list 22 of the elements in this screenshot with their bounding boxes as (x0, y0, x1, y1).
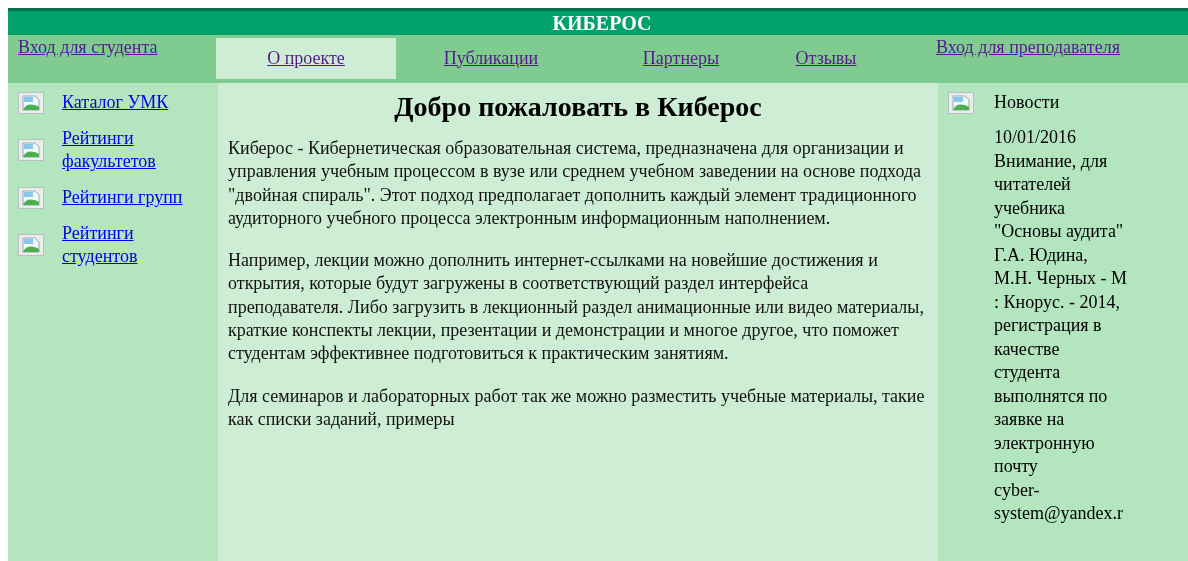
student-login-link[interactable]: Вход для студента (18, 37, 158, 57)
teacher-login-link[interactable]: Вход для преподавателя (936, 37, 1120, 57)
nav-tab[interactable]: Отзывы (776, 37, 876, 79)
paragraph: Киберос - Кибернетическая образовательная система, предназначена для организации и управления учебным процессом в вузе или среднем учебном заведении на основе подхода "двойная спираль". Этот подход предполагает дополнить каждый элемент традиционного аудиторного учебного процесса электронным информационным наполнением. (228, 137, 923, 230)
broken-image-icon (18, 186, 44, 209)
sidebar-link[interactable]: Рейтинги групп (62, 186, 212, 209)
paragraph: Например, лекции можно дополнить интернет-ссылками на новейшие достижения и открытия, которые будут загружены в соответствующий раздел интерфейса преподавателя. Либо загрузить в лекционный раздел анимационные или видео материалы, краткие конспекты лекции, презентации и демонстрации и многое другое, что поможет студентам эффективнее подготовиться к практическим занятиям. (228, 249, 925, 366)
paragraph: Для семинаров и лабораторных работ так же можно разместить учебные материалы, такие как списки заданий, примеры (228, 384, 926, 431)
page-heading: Добро пожаловать в Киберос (393, 90, 763, 124)
broken-image-icon (18, 234, 44, 256)
sidebar-link[interactable]: Каталог УМК (62, 91, 212, 114)
sidebar-link[interactable]: Рейтинги студентов (62, 222, 212, 268)
nav-tab[interactable]: Публикации (396, 37, 586, 79)
broken-image-icon (18, 91, 44, 114)
news-text: 10/01/2016 Внимание, для читателей учебника "Основы аудита" Г.А. Юдина, М.Н. Черных - М : Кнорус. - 2014, регистрация в качестве студента выполнятся по заявке на электронную почту cyber- system@yandex.r (994, 126, 1128, 525)
broken-image-icon (948, 91, 974, 114)
broken-image-icon (18, 139, 44, 161)
site-title: КИБЕРОС (8, 8, 1188, 35)
nav-tab[interactable]: Партнеры (586, 37, 776, 79)
news-title: Новости (994, 91, 1060, 114)
nav-tab[interactable]: О проекте (216, 37, 396, 79)
sidebar-link[interactable]: Рейтинги факультетов (62, 127, 212, 173)
